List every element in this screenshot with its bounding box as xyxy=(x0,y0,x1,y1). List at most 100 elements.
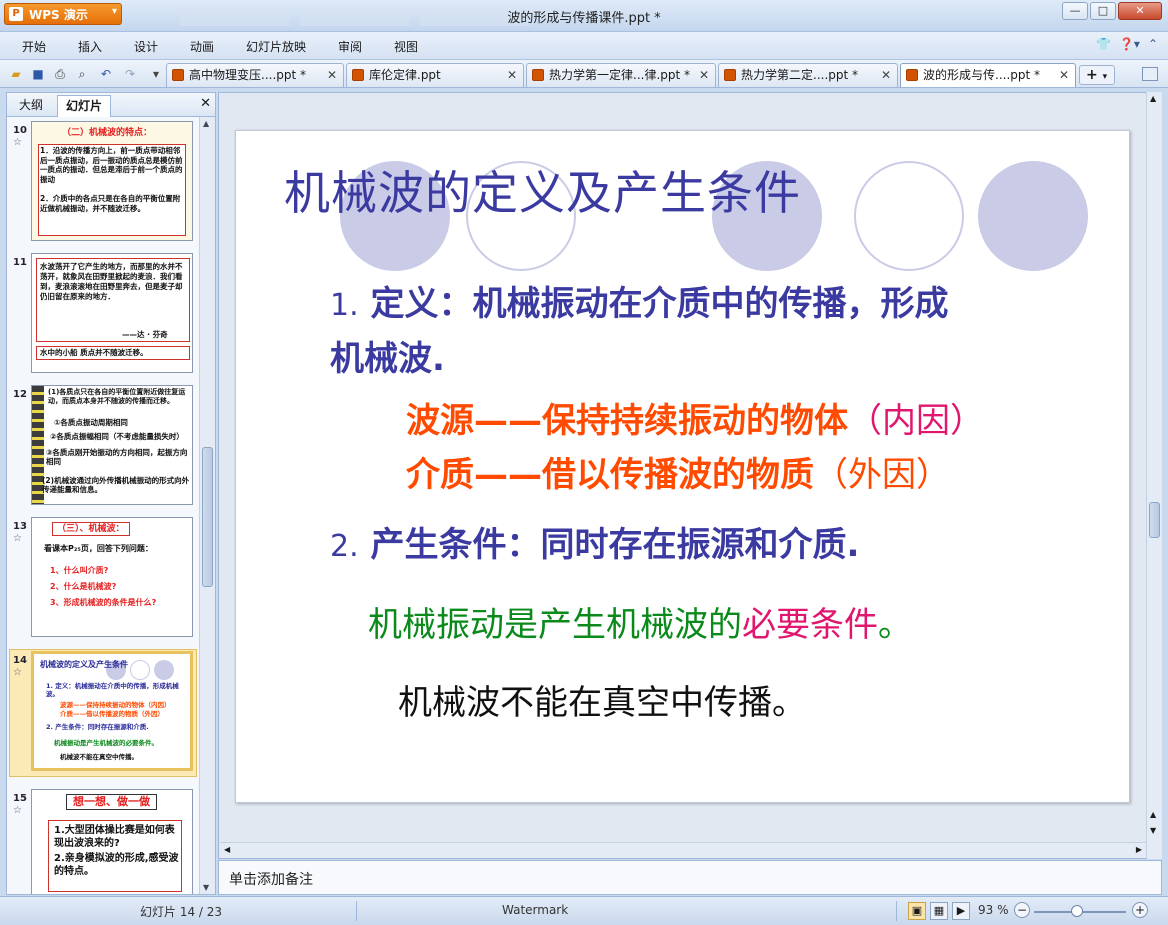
close-button[interactable]: ✕ xyxy=(1118,2,1162,20)
doc-tab-3[interactable]: 热力学第一定律...律.ppt * ✕ xyxy=(526,63,716,87)
thumb-heading: 机械波的定义及产生条件 xyxy=(40,660,128,669)
tab-outline[interactable]: 大纲 xyxy=(11,95,51,117)
redo-icon[interactable]: ↷ xyxy=(122,66,138,82)
slide-thumbnail-11[interactable]: 水波荡开了它产生的地方，而那里的水并不荡开，就象风在田野里掀起的麦浪．我们看到，… xyxy=(31,253,193,373)
window-layout-icon[interactable] xyxy=(1142,67,1158,81)
definition-line-2[interactable]: 机械波. xyxy=(330,331,445,380)
scroll-right-icon[interactable]: ▶ xyxy=(1136,845,1142,854)
scrollbar-thumb[interactable] xyxy=(1149,502,1160,538)
thumb-text: ②各质点振幅相同（不考虑能量损失时） xyxy=(50,432,184,441)
tab-slides[interactable]: 幻灯片 xyxy=(57,95,112,117)
customize-toolbar-icon[interactable]: ▾ xyxy=(148,66,164,82)
editor-horizontal-scrollbar[interactable]: ◀ ▶ xyxy=(220,842,1146,858)
help-icon[interactable]: ❓▾ xyxy=(1119,37,1140,51)
slide-title[interactable]: 机械波的定义及产生条件 xyxy=(284,157,801,223)
scroll-left-icon[interactable]: ◀ xyxy=(224,845,230,854)
zoom-slider-knob[interactable] xyxy=(1071,905,1083,917)
normal-view-icon[interactable]: ▣ xyxy=(908,902,926,920)
condition-number: 2. xyxy=(330,529,359,564)
menu-slideshow[interactable]: 幻灯片放映 xyxy=(246,38,306,55)
open-folder-icon[interactable]: ▰ xyxy=(8,66,24,82)
close-panel-icon[interactable]: ✕ xyxy=(200,96,211,111)
panel-scrollbar[interactable]: ▲ ▼ xyxy=(199,117,215,894)
divider xyxy=(356,901,357,921)
slide-sorter-icon[interactable]: ▦ xyxy=(930,902,948,920)
slide-number: 12 xyxy=(13,389,27,400)
animation-star-icon: ☆ xyxy=(13,805,22,816)
notes-pane[interactable]: 单击添加备注 xyxy=(218,860,1162,895)
slide-thumbnail-15[interactable]: 想一想、做一做 1.大型团体操比赛是如何表现出波浪来的? 2.亲身模拟波的形成,… xyxy=(31,789,193,894)
new-tab-button[interactable]: + ▾ xyxy=(1079,65,1115,85)
doc-tab-2[interactable]: 库伦定律.ppt ✕ xyxy=(346,63,524,87)
medium-line[interactable]: 介质——借以传播波的物质（外因） xyxy=(406,447,950,496)
minimize-button[interactable]: — xyxy=(1062,2,1088,20)
next-page-icon[interactable]: ▼ xyxy=(1150,826,1156,835)
thumb-text: 机械振动是产生机械波的必要条件。 xyxy=(54,739,158,747)
shirt-icon[interactable]: 👕 xyxy=(1096,37,1111,51)
thumb-text: 2. 产生条件：同时存在振源和介质. xyxy=(46,723,149,731)
zoom-out-button[interactable]: − xyxy=(1014,902,1030,918)
vacuum-line[interactable]: 机械波不能在真空中传播。 xyxy=(398,675,806,724)
status-bar: 幻灯片 14 / 23 Watermark ▣ ▦ ▶ 93 % − + xyxy=(0,896,1168,925)
necessary-condition-line[interactable]: 机械振动是产生机械波的必要条件。 xyxy=(368,597,912,646)
undo-icon[interactable]: ↶ xyxy=(98,66,114,82)
menu-design[interactable]: 设计 xyxy=(134,38,158,55)
scroll-down-icon[interactable]: ▼ xyxy=(203,883,209,892)
definition-number: 1. xyxy=(330,288,359,323)
condition-text: 产生条件：同时存在振源和介质. xyxy=(370,525,860,565)
doc-tab-5-active[interactable]: 波的形成与传....ppt * ✕ xyxy=(900,63,1076,87)
quick-toolbar: ▰ ■ ⎙ ⌕ ↶ ↷ ▾ 高中物理变压....ppt * ✕ 库伦定律.ppt… xyxy=(0,60,1168,88)
doc-tab-label: 热力学第二定....ppt * xyxy=(741,68,859,82)
chevron-down-icon: ▾ xyxy=(1102,72,1108,82)
slide-counter: 幻灯片 14 / 23 xyxy=(140,905,223,919)
menu-insert[interactable]: 插入 xyxy=(78,38,102,55)
save-icon[interactable]: ■ xyxy=(30,66,46,82)
scrollbar-thumb[interactable] xyxy=(202,447,213,587)
source-line[interactable]: 波源——保持持续振动的物体（内因） xyxy=(406,393,984,442)
close-tab-icon[interactable]: ✕ xyxy=(327,64,337,86)
close-tab-icon[interactable]: ✕ xyxy=(507,64,517,86)
definition-line-1[interactable]: 1. 定义：机械振动在介质中的传播，形成 xyxy=(330,276,948,325)
print-preview-icon[interactable]: ⌕ xyxy=(74,66,90,82)
menu-view[interactable]: 视图 xyxy=(394,38,418,55)
slide-thumbnail-10[interactable]: （二）机械波的特点： 1．沿波的传播方向上，前一质点带动相邻后一质点振动，后一振… xyxy=(31,121,193,241)
thumb-text: 1．沿波的传播方向上，前一质点带动相邻后一质点振动，后一振动的质点总是模仿前一质… xyxy=(40,146,183,184)
slide-canvas[interactable]: 机械波的定义及产生条件 1. 定义：机械振动在介质中的传播，形成 机械波. 波源… xyxy=(235,130,1130,803)
prev-page-icon[interactable]: ▲ xyxy=(1150,810,1156,819)
menu-home[interactable]: 开始 xyxy=(22,38,46,55)
condition-line[interactable]: 2. 产生条件：同时存在振源和介质. xyxy=(330,517,859,566)
slide-thumbnail-13[interactable]: （三）、机械波： 看课本P₂₅页，回答下列问题： 1、什么叫介质? 2、什么是机… xyxy=(31,517,193,637)
slideshow-icon[interactable]: ▶ xyxy=(952,902,970,920)
thumb-text: 2.亲身模拟波的形成,感受波的特点。 xyxy=(54,853,179,877)
animation-star-icon: ☆ xyxy=(13,137,22,148)
close-tab-icon[interactable]: ✕ xyxy=(881,64,891,86)
doc-tab-4[interactable]: 热力学第二定....ppt * ✕ xyxy=(718,63,898,87)
definition-text: 定义：机械振动在介质中的传播，形成 xyxy=(370,284,949,324)
scroll-up-icon[interactable]: ▲ xyxy=(203,119,209,128)
zoom-in-button[interactable]: + xyxy=(1132,902,1148,918)
ppt-file-icon xyxy=(906,69,918,81)
collapse-ribbon-icon[interactable]: ⌃ xyxy=(1148,37,1158,51)
close-tab-icon[interactable]: ✕ xyxy=(1059,64,1069,86)
print-icon[interactable]: ⎙ xyxy=(52,66,68,82)
menu-animation[interactable]: 动画 xyxy=(190,38,214,55)
restore-button[interactable]: □ xyxy=(1090,2,1116,20)
slide-thumbnail-14[interactable]: 机械波的定义及产生条件 1. 定义：机械振动在介质中的传播，形成机械波。 波源—… xyxy=(31,651,193,771)
slide-thumbnail-12[interactable]: (1)各质点只在各自的平衡位置附近做往复运动，而质点本身并不随波的传播而迁移。 … xyxy=(31,385,193,505)
close-tab-icon[interactable]: ✕ xyxy=(699,64,709,86)
source-cause: （内因） xyxy=(848,401,984,441)
necessary-highlight: 必要条件 xyxy=(742,605,878,645)
slide-number: 14 xyxy=(13,655,27,666)
menu-review[interactable]: 审阅 xyxy=(338,38,362,55)
title-bar: P WPS 演示 ▾ 波的形成与传播课件.ppt * — □ ✕ xyxy=(0,0,1168,32)
source-text: 波源——保持持续振动的物体 xyxy=(406,401,848,441)
ppt-file-icon xyxy=(172,69,184,81)
editor-vertical-scrollbar[interactable]: ▲ ▲ ▼ xyxy=(1146,92,1162,859)
doc-tab-1[interactable]: 高中物理变压....ppt * ✕ xyxy=(166,63,344,87)
thumb-text: (2)机械波通过向外传播机械振动的形式向外传递能量和信息。 xyxy=(42,476,190,494)
thumb-caption: 水中的小船 质点并不随波迁移。 xyxy=(40,348,148,357)
medium-text: 介质——借以传播波的物质 xyxy=(406,455,814,495)
thumb-text: 2．介质中的各点只是在各自的平衡位置附近做机械振动，并不随波迁移。 xyxy=(40,194,181,213)
thumb-text: 介质——借以传播波的物质（外因） xyxy=(60,710,164,718)
scroll-up-icon[interactable]: ▲ xyxy=(1150,94,1156,103)
